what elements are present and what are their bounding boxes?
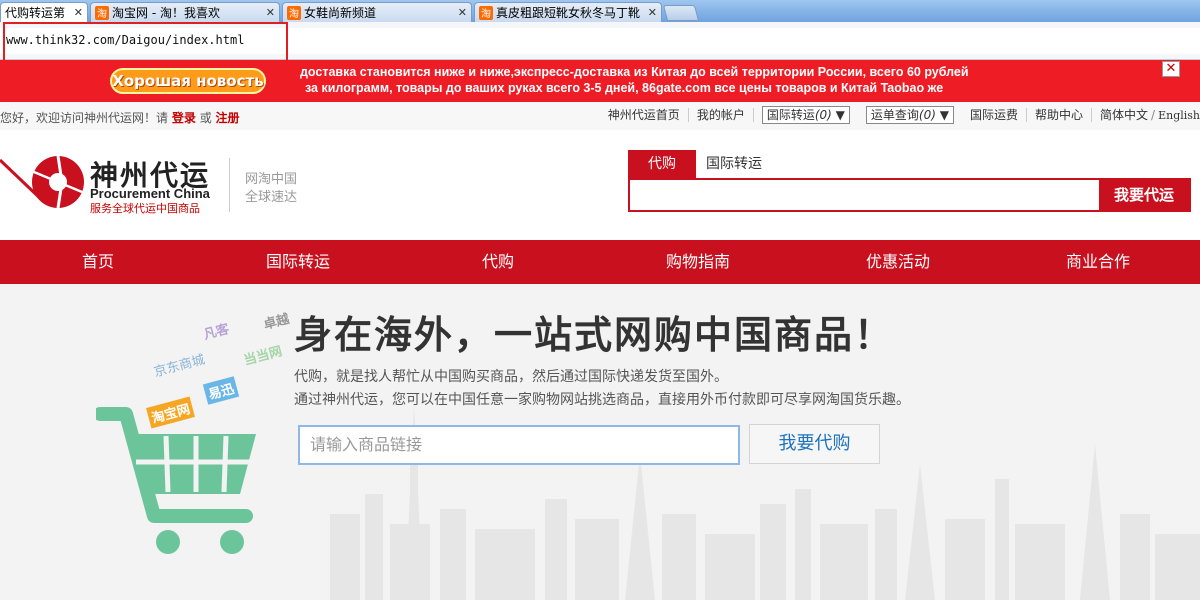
logo-english: Procurement China: [90, 186, 210, 201]
search-tabs: 代购 国际转运: [628, 150, 772, 178]
or-text: 或: [199, 111, 212, 125]
lang-en-link[interactable]: English: [1155, 109, 1200, 122]
hero-section: 淘宝网 易迅 京东商城 当当网 凡客 卓越 身在海外，一站式网购中国商品！ 代购…: [0, 284, 1200, 600]
site-header: 神州代运 Procurement China 服务全球代运中国商品 网淘中国 全…: [0, 130, 1200, 240]
chevron-down-icon: ▼: [939, 108, 949, 122]
banner-close-icon[interactable]: ✕: [1162, 61, 1180, 77]
product-link-input[interactable]: 请输入商品链接: [298, 425, 740, 465]
nav-home[interactable]: 首页: [82, 240, 114, 284]
shipping-fee-link[interactable]: 国际运费: [962, 108, 1027, 122]
register-link[interactable]: 注册: [216, 111, 240, 125]
banner-line-1: доставка становится ниже и ниже,экспресс…: [300, 65, 969, 79]
transfer-dropdown[interactable]: 国际转运(0) ▼: [761, 106, 850, 124]
browser-tab-4[interactable]: 淘 真皮粗跟短靴女秋冬马丁靴 ✕: [474, 2, 662, 22]
tab-title: 女鞋尚新频道: [304, 6, 377, 20]
logo-divider: [229, 158, 230, 212]
login-link[interactable]: 登录: [172, 111, 196, 125]
chevron-down-icon: ▼: [835, 108, 845, 122]
tab-transfer[interactable]: 国际转运: [696, 150, 772, 178]
browser-tab-3[interactable]: 淘 女鞋尚新频道 ✕: [282, 2, 472, 22]
nav-daigou[interactable]: 代购: [482, 240, 514, 284]
main-nav: 首页 国际转运 代购 购物指南 优惠活动 商业合作: [0, 240, 1200, 284]
taobao-favicon-icon: 淘: [287, 5, 301, 20]
logo-tagline: 服务全球代运中国商品: [90, 202, 200, 215]
dropdown-label: 运单查询: [870, 108, 919, 122]
banner-line-2: за килограмм, товары до ваших руках всег…: [305, 81, 944, 95]
tab-close-icon[interactable]: ✕: [266, 6, 275, 19]
slogan-line-2: 全球速达: [245, 190, 298, 205]
promo-banner: Хорошая новость доставка становится ниже…: [0, 60, 1200, 102]
help-center-link[interactable]: 帮助中心: [1027, 108, 1093, 122]
tab-title: 代购转运第: [5, 6, 66, 20]
browser-tab-2[interactable]: 淘 淘宝网 - 淘！我喜欢 ✕: [90, 2, 280, 22]
nav-business[interactable]: 商业合作: [1066, 240, 1130, 284]
tab-title: 淘宝网 - 淘！我喜欢: [112, 6, 220, 20]
top-utility-bar: 您好，欢迎访问神州代运网！请 登录 或 注册 神州代运首页 我的帐户 国际转运(…: [0, 102, 1200, 130]
dropdown-count: (0): [814, 108, 832, 122]
slogan-line-1: 网淘中国: [245, 172, 298, 187]
dropdown-count: (0): [918, 108, 936, 122]
good-news-badge: Хорошая новость: [110, 68, 266, 94]
tab-daigou[interactable]: 代购: [628, 150, 696, 178]
hero-desc-1: 代购，就是找人帮忙从中国购买商品，然后通过国际快递发货至国外。: [294, 369, 728, 385]
taobao-favicon-icon: 淘: [95, 5, 109, 20]
header-search-box[interactable]: 我要代运: [628, 178, 1191, 212]
taobao-favicon-icon: 淘: [479, 5, 493, 20]
buy-for-me-button[interactable]: 我要代购: [749, 424, 880, 464]
hero-desc-2: 通过神州代运，您可以在中国任意一家购物网站挑选商品，直接用外币付款即可尽享网淘国…: [294, 392, 910, 408]
new-tab-button[interactable]: [662, 5, 700, 21]
my-account-link[interactable]: 我的帐户: [689, 108, 754, 122]
tab-close-icon[interactable]: ✕: [648, 6, 657, 19]
utility-menu: 神州代运首页 我的帐户 国际转运(0) ▼ 运单查询(0) ▼ 国际运费 帮助中…: [600, 106, 1200, 124]
nav-guide[interactable]: 购物指南: [666, 240, 730, 284]
welcome-text: 您好，欢迎访问神州代运网！请 登录 或 注册: [0, 109, 240, 126]
dropdown-label: 国际转运: [766, 108, 815, 122]
browser-tab-1[interactable]: 代购转运第 ✕: [0, 2, 88, 22]
tab-close-icon[interactable]: ✕: [74, 6, 83, 19]
nav-transfer[interactable]: 国际转运: [266, 240, 330, 284]
address-bar: www.think32.com/Daigou/index.html: [0, 22, 1200, 66]
welcome-prefix: 您好，欢迎访问神州代运网！请: [0, 111, 169, 125]
lang-cn-link[interactable]: 简体中文: [1092, 108, 1151, 122]
nav-promotions[interactable]: 优惠活动: [866, 240, 930, 284]
brand-logo-icon[interactable]: [0, 152, 90, 214]
ship-button[interactable]: 我要代运: [1099, 180, 1189, 210]
site-home-link[interactable]: 神州代运首页: [600, 108, 689, 122]
tab-close-icon[interactable]: ✕: [458, 6, 467, 19]
tab-title: 真皮粗跟短靴女秋冬马丁靴: [496, 6, 641, 20]
waybill-dropdown[interactable]: 运单查询(0) ▼: [865, 106, 954, 124]
browser-tab-bar: 代购转运第 ✕ 淘 淘宝网 - 淘！我喜欢 ✕ 淘 女鞋尚新频道 ✕ 淘 真皮粗…: [0, 0, 1200, 22]
hero-title: 身在海外，一站式网购中国商品！: [294, 313, 895, 357]
